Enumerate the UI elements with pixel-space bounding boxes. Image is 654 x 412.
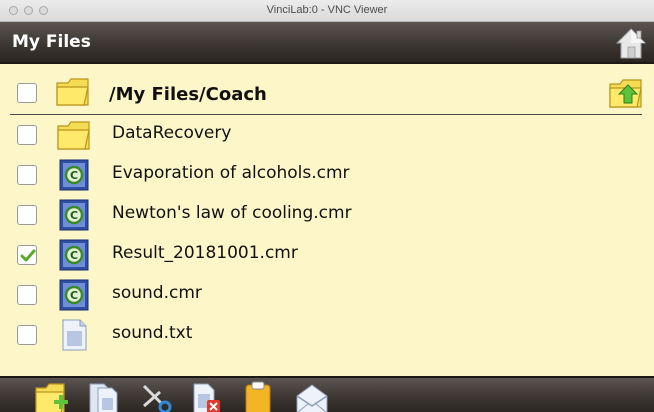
file-name: sound.cmr [112, 283, 202, 303]
svg-text:C: C [70, 209, 78, 222]
file-checkbox[interactable] [17, 125, 37, 145]
file-name: Evaporation of alcohols.cmr [112, 163, 350, 183]
parent-folder-button[interactable] [608, 76, 644, 110]
current-path: /My Files/Coach [109, 84, 267, 105]
cut-button[interactable] [138, 380, 174, 412]
file-name: DataRecovery [112, 123, 232, 143]
email-icon [296, 384, 328, 412]
bottom-toolbar [0, 376, 654, 412]
folder-up-icon [609, 79, 642, 108]
file-checkbox[interactable] [17, 205, 37, 225]
email-button[interactable] [294, 380, 330, 412]
new-folder-button[interactable] [34, 380, 70, 412]
page-title: My Files [12, 32, 91, 52]
checkmark-icon [20, 249, 36, 262]
file-list: /My Files/Coach DataRecovery C Evaporati… [0, 64, 654, 376]
text-file-icon [62, 319, 87, 351]
folder-icon [56, 78, 89, 106]
folder-icon [57, 121, 90, 150]
svg-text:C: C [70, 289, 78, 302]
copy-icon [89, 383, 118, 412]
copy-button[interactable] [86, 380, 122, 412]
file-name: Result_20181001.cmr [112, 243, 298, 263]
coach-document-icon: C [59, 199, 89, 231]
delete-file-icon [193, 383, 220, 412]
home-icon [615, 28, 647, 59]
file-checkbox[interactable] [17, 165, 37, 185]
coach-document-icon: C [59, 159, 89, 191]
file-name: sound.txt [112, 323, 193, 343]
file-row[interactable]: C sound.cmr [0, 275, 654, 315]
paste-button[interactable] [240, 380, 276, 412]
home-button[interactable] [614, 26, 648, 60]
delete-button[interactable] [188, 380, 224, 412]
file-row[interactable]: DataRecovery [0, 115, 654, 155]
file-row[interactable]: sound.txt [0, 315, 654, 355]
vnc-window: VinciLab:0 - VNC Viewer My Files /My Fil… [0, 0, 654, 412]
coach-document-icon: C [59, 239, 89, 271]
svg-text:C: C [70, 249, 78, 262]
select-all-checkbox[interactable] [17, 83, 37, 103]
file-name: Newton's law of cooling.cmr [112, 203, 352, 223]
window-title: VinciLab:0 - VNC Viewer [266, 4, 388, 16]
file-row[interactable]: C Result_20181001.cmr [0, 235, 654, 275]
cut-icon [142, 384, 172, 412]
window-titlebar: VinciLab:0 - VNC Viewer [0, 0, 654, 22]
file-checkbox[interactable] [17, 325, 37, 345]
file-checkbox[interactable] [17, 285, 37, 305]
svg-text:C: C [70, 169, 78, 182]
current-path-row[interactable]: /My Files/Coach [0, 64, 654, 116]
coach-document-icon: C [59, 279, 89, 311]
file-row[interactable]: C Evaporation of alcohols.cmr [0, 155, 654, 195]
app-header: My Files [0, 22, 654, 64]
new-folder-icon [35, 383, 68, 412]
file-row[interactable]: C Newton's law of cooling.cmr [0, 195, 654, 235]
file-checkbox[interactable] [17, 245, 37, 265]
paste-icon [245, 381, 271, 412]
